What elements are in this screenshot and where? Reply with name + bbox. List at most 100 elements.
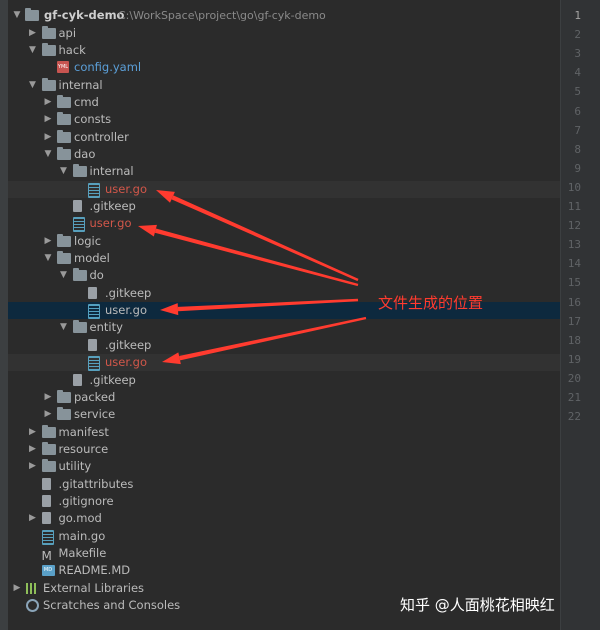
tree-item[interactable]: ▶ go.mod xyxy=(8,510,560,527)
tree-item-label: controller xyxy=(74,130,129,144)
tree-item[interactable]: .gitkeep xyxy=(8,372,560,389)
folder-icon xyxy=(41,78,56,91)
scratches-icon xyxy=(26,599,39,612)
tree-item-label: .gitkeep xyxy=(105,286,152,300)
tree-item[interactable]: .gitkeep xyxy=(8,337,560,354)
tree-item-label: manifest xyxy=(58,425,109,439)
tree-item[interactable]: .gitkeep xyxy=(8,198,560,215)
tree-item-label: .gitkeep xyxy=(89,199,136,213)
tree-item-label: model xyxy=(74,251,110,265)
tree-item-label: internal xyxy=(89,164,134,178)
tree-item[interactable]: ▼ do xyxy=(8,267,560,284)
annotation-text: 文件生成的位置 xyxy=(378,294,484,312)
chevron-right-icon[interactable]: ▶ xyxy=(28,424,38,441)
markdown-file-icon: MD xyxy=(41,565,55,576)
tree-item-label: dao xyxy=(74,147,96,161)
chevron-down-icon[interactable]: ▼ xyxy=(43,250,53,267)
tree-item[interactable]: .gitattributes xyxy=(8,476,560,493)
chevron-right-icon[interactable]: ▶ xyxy=(28,510,38,527)
chevron-right-icon[interactable]: ▶ xyxy=(43,389,53,406)
chevron-down-icon[interactable]: ▼ xyxy=(59,319,69,336)
tree-item[interactable]: ▶ consts xyxy=(8,111,560,128)
line-number: 4 xyxy=(574,66,581,80)
line-number: 15 xyxy=(567,276,581,290)
tree-item[interactable]: ▶ resource xyxy=(8,441,560,458)
chevron-down-icon[interactable]: ▼ xyxy=(28,77,38,94)
tree-item-label: api xyxy=(58,26,77,40)
folder-icon xyxy=(57,112,71,125)
file-icon xyxy=(41,495,51,507)
tree-item[interactable]: user.go xyxy=(8,354,560,371)
tree-item-label: hack xyxy=(58,43,86,57)
folder-icon xyxy=(25,8,39,21)
tree-item-label: External Libraries xyxy=(43,581,145,595)
tree-item[interactable]: ▼ entity xyxy=(8,319,560,336)
line-number: 21 xyxy=(567,391,581,404)
chevron-down-icon[interactable]: ▼ xyxy=(59,163,69,180)
chevron-right-icon[interactable]: ▶ xyxy=(12,580,22,597)
tree-item[interactable]: ▶ service xyxy=(8,406,560,423)
tree-item[interactable]: M Makefile xyxy=(8,545,560,563)
tree-item-label: .gitkeep xyxy=(105,338,152,352)
tree-item[interactable]: ▼ dao xyxy=(8,146,560,163)
tree-item-label: entity xyxy=(89,320,123,334)
chevron-right-icon[interactable]: ▶ xyxy=(43,233,53,250)
project-tree[interactable]: ▼ gf-cyk-demo C:\WorkSpace\project\go\gf… xyxy=(8,0,560,630)
tree-item-label: .gitattributes xyxy=(58,477,134,491)
tree-item[interactable]: .gitignore xyxy=(8,493,560,510)
chevron-right-icon[interactable]: ▶ xyxy=(28,458,38,475)
tree-item-label: main.go xyxy=(58,529,106,543)
folder-icon xyxy=(41,459,56,472)
line-number: 16 xyxy=(567,295,581,309)
project-root-row[interactable]: ▼ gf-cyk-demo C:\WorkSpace\project\go\gf… xyxy=(8,7,560,24)
tree-item[interactable]: user.go xyxy=(8,181,560,198)
chevron-right-icon[interactable]: ▶ xyxy=(28,25,38,42)
tree-item[interactable]: YML config.yaml xyxy=(8,59,560,76)
tree-item[interactable]: ▼ hack xyxy=(8,42,560,59)
file-icon xyxy=(88,339,97,351)
tree-item-label: Makefile xyxy=(58,546,107,560)
line-number: 20 xyxy=(567,371,581,385)
line-number: 13 xyxy=(567,238,581,252)
tree-item[interactable]: ▶ controller xyxy=(8,129,560,146)
folder-icon xyxy=(57,234,71,247)
chevron-down-icon[interactable]: ▼ xyxy=(43,146,53,163)
tree-item[interactable]: ▶ logic xyxy=(8,233,560,250)
file-icon xyxy=(72,374,82,386)
line-number: 17 xyxy=(567,314,581,328)
chevron-right-icon[interactable]: ▶ xyxy=(43,94,53,111)
chevron-down-icon[interactable]: ▼ xyxy=(28,42,38,59)
tree-item[interactable]: ▼ internal xyxy=(8,77,560,94)
chevron-right-icon[interactable]: ▶ xyxy=(43,111,53,128)
tree-item[interactable]: ▶ manifest xyxy=(8,424,560,441)
tree-item[interactable]: ▼ model xyxy=(8,250,560,267)
chevron-right-icon[interactable]: ▶ xyxy=(43,129,53,146)
folder-icon xyxy=(57,407,71,420)
tree-item[interactable]: ▶ api xyxy=(8,25,560,42)
go-file-icon xyxy=(41,530,54,545)
tree-item-label: user.go xyxy=(89,216,132,230)
chevron-down-icon[interactable]: ▼ xyxy=(59,267,69,284)
tree-item-label: .gitignore xyxy=(58,494,114,508)
tree-item[interactable]: main.go xyxy=(8,528,560,545)
tree-item[interactable]: MD README.MD xyxy=(8,562,560,579)
line-number: 22 xyxy=(567,410,581,424)
tree-item-label: .gitkeep xyxy=(89,373,136,387)
line-number: 11 xyxy=(567,200,581,213)
tree-item[interactable]: ▶ packed xyxy=(8,389,560,406)
folder-icon xyxy=(57,147,71,160)
go-file-icon xyxy=(88,183,100,198)
tree-item[interactable]: user.go xyxy=(8,215,560,232)
line-number: 2 xyxy=(574,28,581,42)
line-number: 18 xyxy=(567,333,581,347)
chevron-right-icon[interactable]: ▶ xyxy=(28,441,38,458)
chevron-down-icon[interactable]: ▼ xyxy=(12,7,22,24)
tree-item[interactable]: ▼ internal xyxy=(8,163,560,180)
tree-item[interactable]: ▶ cmd xyxy=(8,94,560,111)
line-number: 7 xyxy=(574,123,581,137)
watermark: 知乎 @人面桃花相映红 xyxy=(400,596,555,614)
tree-item-label: internal xyxy=(58,78,103,92)
tree-item[interactable]: ▶ utility xyxy=(8,458,560,475)
chevron-right-icon[interactable]: ▶ xyxy=(43,406,53,423)
folder-icon xyxy=(57,130,71,143)
